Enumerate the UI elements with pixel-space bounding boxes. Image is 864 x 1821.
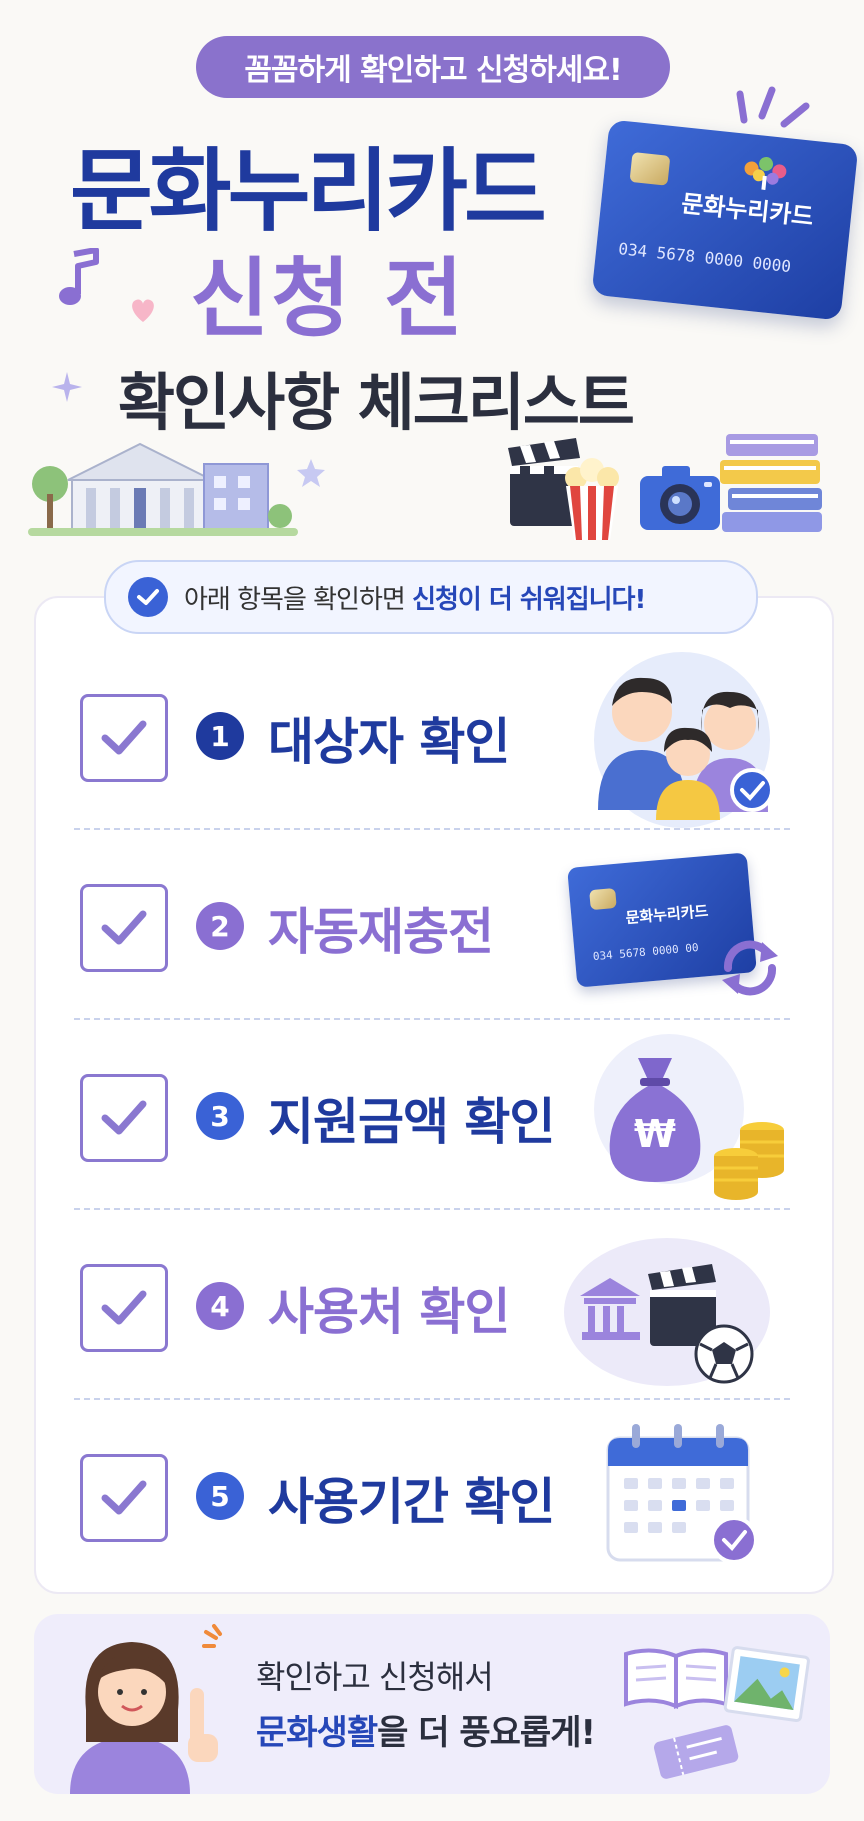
tree-logo-icon bbox=[744, 156, 787, 191]
checklist-item-3[interactable]: 3 지원금액 확인 ₩ bbox=[34, 1020, 830, 1210]
books-icon bbox=[720, 434, 822, 532]
page-subtitle: 신청 전 bbox=[190, 249, 466, 349]
mini-card-brand: 문화누리카드 bbox=[624, 901, 709, 928]
checkbox[interactable] bbox=[80, 1454, 168, 1542]
popcorn-icon bbox=[565, 458, 619, 540]
checklist-item-5[interactable]: 5 사용기간 확인 bbox=[34, 1400, 830, 1590]
museum-building-icon bbox=[28, 442, 298, 536]
footer-line1: 확인하고 신청해서 bbox=[256, 1658, 494, 1696]
header-pill: 꼼꼼하게 확인하고 신청하세요! bbox=[196, 36, 670, 98]
star-icon bbox=[297, 459, 325, 487]
checklist-item-1[interactable]: 1 대상자 확인 bbox=[34, 640, 830, 830]
item-number: 2 bbox=[196, 902, 244, 950]
card-chip bbox=[629, 151, 671, 186]
family-icon bbox=[594, 652, 774, 828]
check-circle-icon bbox=[128, 577, 168, 617]
won-symbol: ₩ bbox=[634, 1112, 676, 1156]
card-brand: 문화누리카드 bbox=[680, 189, 815, 232]
checkbox[interactable] bbox=[80, 1264, 168, 1352]
star-icon bbox=[52, 372, 82, 402]
page-heading: 확인사항 체크리스트 bbox=[118, 366, 635, 439]
item-label: 대상자 확인 bbox=[268, 713, 510, 771]
item-label: 지원금액 확인 bbox=[268, 1093, 555, 1151]
checkbox[interactable] bbox=[80, 694, 168, 782]
mini-card-number: 034 5678 0000 00 bbox=[592, 940, 700, 964]
checkbox[interactable] bbox=[80, 1074, 168, 1162]
venues-icon bbox=[580, 1264, 754, 1384]
item-number: 1 bbox=[196, 712, 244, 760]
card-chip bbox=[589, 887, 617, 911]
item-number: 4 bbox=[196, 1282, 244, 1330]
notice-banner: 아래 항목을 확인하면 신청이 더 쉬워집니다! bbox=[104, 560, 758, 634]
card-number: 034 5678 0000 0000 bbox=[617, 239, 792, 277]
calendar-icon bbox=[606, 1424, 758, 1564]
culture-card-image: 문화누리카드 034 5678 0000 0000 bbox=[591, 119, 859, 321]
checklist-item-2[interactable]: 2 자동재충전 문화누리카드 034 5678 0000 00 bbox=[34, 830, 830, 1020]
refresh-icon bbox=[722, 940, 778, 996]
item-label: 자동재충전 bbox=[268, 903, 494, 961]
footer-line2: 문화생활을 더 풍요롭게! bbox=[256, 1713, 596, 1753]
item-label: 사용처 확인 bbox=[268, 1283, 510, 1341]
heart-icon bbox=[132, 299, 154, 322]
checkbox[interactable] bbox=[80, 884, 168, 972]
coins-icon bbox=[714, 1122, 784, 1200]
camera-icon bbox=[640, 466, 720, 530]
item-number: 5 bbox=[196, 1472, 244, 1520]
music-note-icon bbox=[59, 248, 99, 305]
checklist-item-4[interactable]: 4 사용처 확인 bbox=[34, 1210, 830, 1400]
book-photo-ticket-icon bbox=[624, 1646, 810, 1779]
item-number: 3 bbox=[196, 1092, 244, 1140]
notice-text: 아래 항목을 확인하면 신청이 더 쉬워집니다! bbox=[184, 584, 646, 615]
item-label: 사용기간 확인 bbox=[268, 1473, 555, 1531]
sparkle-lines-icon bbox=[202, 1624, 222, 1648]
